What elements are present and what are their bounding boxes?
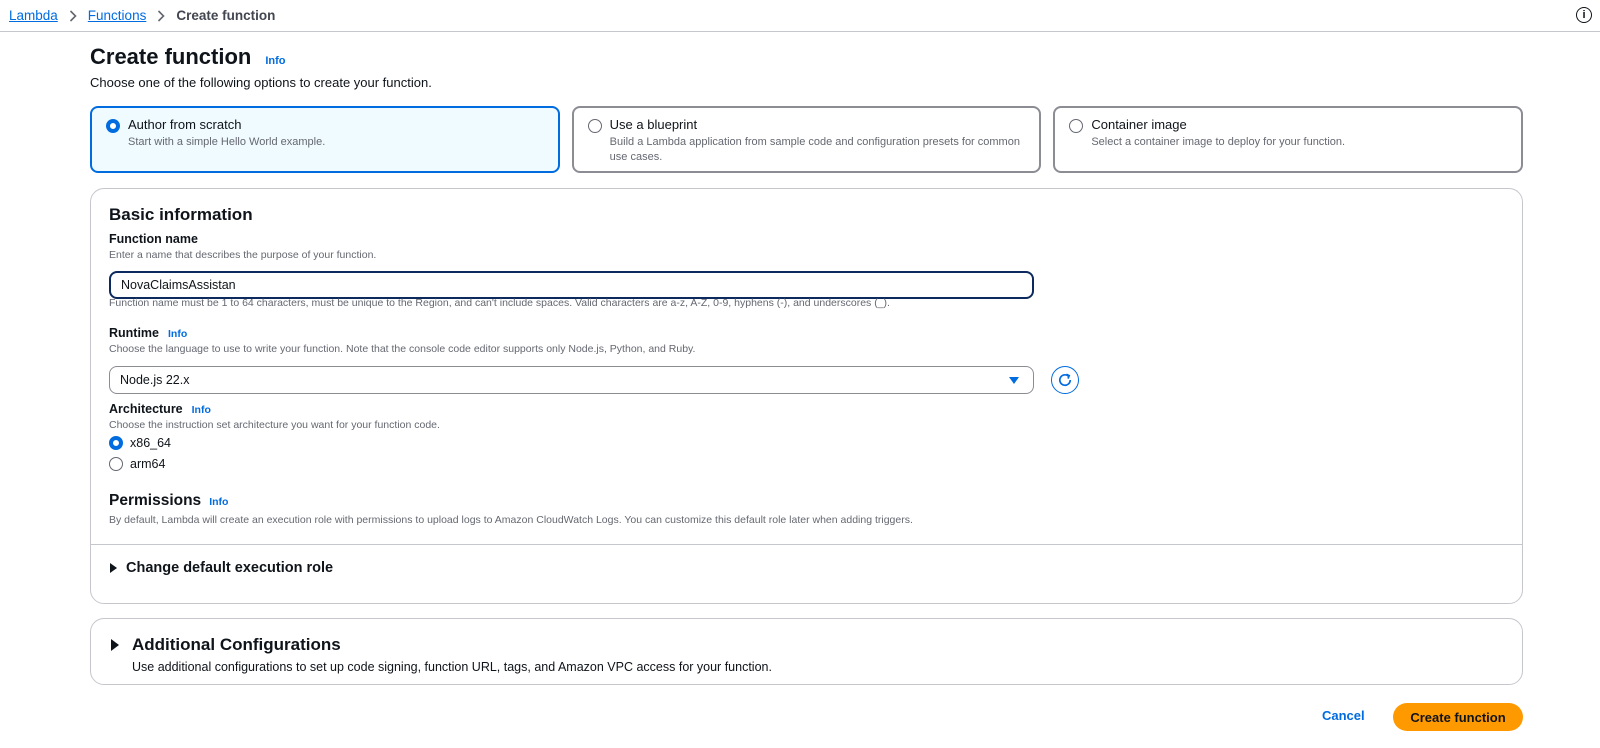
runtime-description: Choose the language to use to write your… (109, 343, 696, 355)
option-description: Build a Lambda application from sample c… (609, 136, 1020, 163)
radio-unselected-icon[interactable] (109, 457, 123, 471)
radio-unselected-icon[interactable] (587, 119, 602, 133)
caret-down-icon (1009, 376, 1019, 384)
architecture-label: Architecture Info (109, 402, 211, 416)
top-bar: Lambda Functions Create function i (0, 0, 1600, 32)
caret-right-icon (110, 563, 117, 573)
option-description: Start with a simple Hello World example. (128, 136, 326, 148)
basic-information-panel: Basic information Function name Enter a … (90, 188, 1523, 604)
runtime-label: Runtime Info (109, 326, 187, 340)
function-name-label-text: Function name (109, 232, 198, 246)
refresh-runtime-button[interactable] (1051, 366, 1079, 394)
function-name-constraint: Function name must be 1 to 64 characters… (109, 297, 890, 309)
architecture-description: Choose the instruction set architecture … (109, 419, 440, 431)
option-title: Use a blueprint (609, 117, 698, 132)
option-title: Author from scratch (128, 117, 242, 132)
chevron-right-icon (157, 9, 165, 22)
chevron-right-icon (69, 9, 77, 22)
option-description: Select a container image to deploy for y… (1091, 136, 1346, 148)
additional-configurations-description: Use additional configurations to set up … (132, 660, 772, 674)
radio-unselected-icon[interactable] (1069, 119, 1084, 133)
runtime-select-value: Node.js 22.x (120, 373, 190, 387)
architecture-option-label: x86_64 (130, 436, 172, 450)
radio-selected-icon[interactable] (106, 119, 120, 133)
option-use-blueprint[interactable]: Use a blueprint Build a Lambda applicati… (571, 106, 1042, 173)
runtime-label-text: Runtime (109, 326, 159, 340)
change-execution-role-expander[interactable]: Change default execution role (110, 560, 333, 576)
section-title: Basic information (109, 205, 253, 224)
breadcrumb-current: Create function (176, 8, 276, 23)
function-name-description: Enter a name that describes the purpose … (109, 249, 377, 261)
option-container-image[interactable]: Container image Select a container image… (1053, 106, 1524, 173)
page-description: Choose one of the following options to c… (90, 75, 432, 90)
page-title-row: Create function Info (90, 44, 286, 70)
function-name-input[interactable] (109, 271, 1034, 299)
info-icon[interactable]: i (1576, 7, 1592, 23)
breadcrumb-functions[interactable]: Functions (88, 8, 147, 23)
expander-label: Change default execution role (126, 560, 334, 576)
cancel-button[interactable]: Cancel (1316, 707, 1371, 724)
refresh-icon (1058, 373, 1072, 387)
additional-configurations-panel: Additional Configurations Use additional… (90, 618, 1523, 685)
runtime-select[interactable]: Node.js 22.x (109, 366, 1034, 394)
additional-configurations-title: Additional Configurations (132, 635, 341, 654)
additional-configurations-expander[interactable]: Additional Configurations (111, 635, 341, 655)
breadcrumb: Lambda Functions Create function (0, 8, 275, 23)
permissions-description: By default, Lambda will create an execut… (109, 514, 913, 526)
function-name-label: Function name (109, 232, 198, 246)
caret-right-icon (111, 639, 119, 651)
architecture-label-text: Architecture (109, 402, 183, 416)
breadcrumb-lambda[interactable]: Lambda (9, 8, 58, 23)
creation-options: Author from scratch Start with a simple … (90, 106, 1524, 173)
architecture-info-link[interactable]: Info (192, 404, 211, 416)
permissions-title: Permissions Info (109, 492, 228, 510)
option-author-from-scratch[interactable]: Author from scratch Start with a simple … (90, 106, 560, 173)
permissions-title-text: Permissions (109, 492, 202, 509)
option-title: Container image (1091, 117, 1187, 132)
permissions-info-link[interactable]: Info (209, 496, 228, 508)
page-title: Create function (90, 44, 252, 69)
architecture-option-label: arm64 (130, 457, 166, 471)
radio-selected-icon[interactable] (109, 436, 123, 450)
runtime-info-link[interactable]: Info (168, 328, 187, 340)
architecture-option-arm64[interactable]: arm64 (109, 457, 165, 471)
page-info-link[interactable]: Info (265, 55, 285, 67)
divider (91, 544, 1522, 545)
architecture-option-x86[interactable]: x86_64 (109, 436, 171, 450)
create-function-button[interactable]: Create function (1393, 703, 1523, 731)
